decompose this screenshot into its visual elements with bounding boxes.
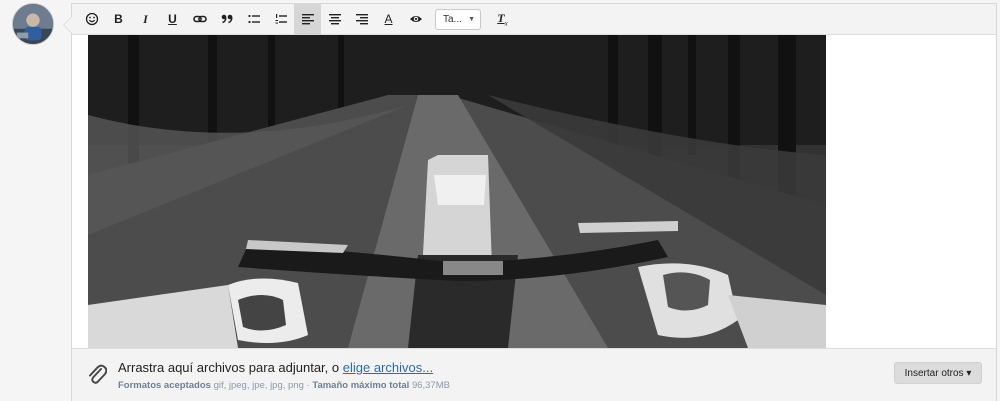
text-color-button[interactable]: A — [375, 4, 402, 35]
insert-others-button[interactable]: Insertar otros ▾ — [894, 362, 982, 384]
align-right-icon — [355, 14, 368, 25]
editor-toolbar: B I U A Ta... ▼ Tx — [72, 3, 996, 35]
text-color-icon: A — [384, 12, 393, 26]
italic-button[interactable]: I — [132, 4, 159, 35]
underline-icon: U — [168, 12, 177, 26]
formats-label: Formatos aceptados — [118, 380, 211, 391]
align-right-button[interactable] — [348, 4, 375, 35]
editor-content[interactable] — [72, 35, 996, 348]
bold-button[interactable]: B — [105, 4, 132, 35]
chevron-down-icon: ▼ — [468, 15, 475, 23]
link-button[interactable] — [186, 4, 213, 35]
attach-drop-text: Arrastra aquí archivos para adjuntar, o … — [118, 360, 434, 375]
embedded-photo[interactable] — [88, 35, 826, 348]
separator: · — [306, 380, 310, 391]
remove-format-button[interactable]: Tx — [489, 4, 516, 35]
attachment-bar[interactable]: Arrastra aquí archivos para adjuntar, o … — [72, 348, 996, 401]
avatar[interactable] — [12, 3, 54, 45]
align-left-button[interactable] — [294, 3, 321, 35]
font-size-select[interactable]: Ta... ▼ — [435, 8, 481, 30]
italic-icon: I — [143, 11, 148, 26]
max-size-label: Tamaño máximo total — [312, 380, 410, 391]
bullet-list-button[interactable] — [240, 4, 267, 35]
quote-button[interactable] — [213, 4, 240, 35]
max-size-value: 96,37MB — [411, 380, 450, 391]
preview-button[interactable] — [402, 4, 429, 35]
align-center-button[interactable] — [321, 4, 348, 35]
link-icon — [192, 15, 207, 23]
bold-icon: B — [114, 12, 123, 26]
message-editor[interactable]: B I U A Ta... ▼ Tx Arrastra aquí archivo… — [63, 3, 997, 401]
numbered-list-button[interactable] — [267, 4, 294, 35]
choose-files-link[interactable]: elige archivos... — [343, 360, 433, 375]
remove-format-icon: Tx — [497, 10, 508, 28]
underline-button[interactable]: U — [159, 4, 186, 35]
eye-icon — [409, 16, 422, 22]
align-left-icon — [301, 14, 314, 25]
paperclip-icon — [89, 364, 107, 384]
bullet-list-icon — [247, 14, 260, 24]
font-size-value: Ta... — [443, 13, 462, 25]
smile-icon[interactable] — [78, 4, 105, 35]
attach-limits: Formatos aceptados gif, jpeg, jpe, jpg, … — [118, 380, 450, 391]
formats-value: gif, jpeg, jpe, jpg, png — [213, 380, 304, 391]
numbered-list-icon — [275, 14, 287, 24]
align-center-icon — [328, 14, 341, 25]
quote-icon — [221, 14, 233, 24]
